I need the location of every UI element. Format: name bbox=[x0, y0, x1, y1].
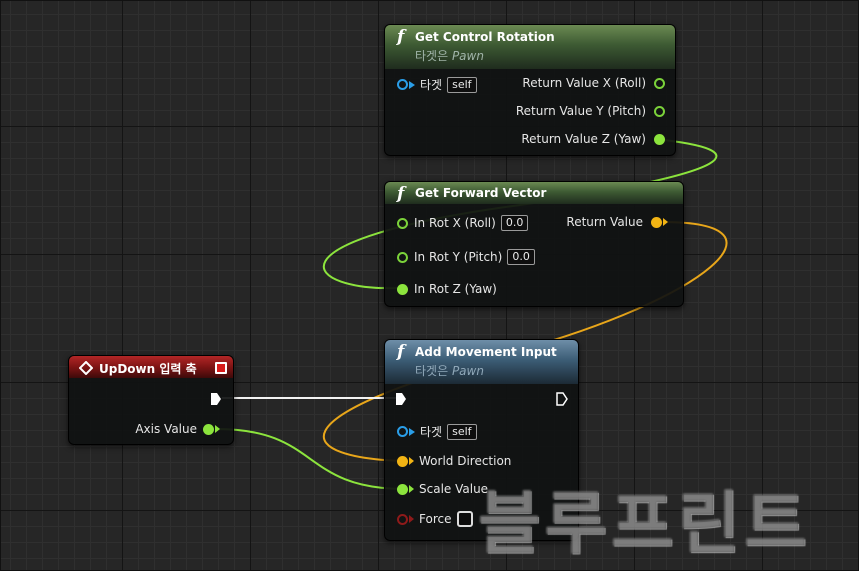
float-pin-icon[interactable] bbox=[397, 251, 408, 263]
function-icon: f bbox=[397, 184, 405, 204]
float-pin-icon[interactable] bbox=[397, 483, 408, 495]
pin-arrow-icon bbox=[663, 218, 668, 226]
pin-label: Return Value X (Roll) bbox=[522, 76, 646, 90]
node-header: f Add Movement Input 타겟은 Pawn bbox=[385, 340, 578, 384]
pin-return-x[interactable]: Return Value X (Roll) bbox=[522, 76, 665, 90]
pin-arrow-icon bbox=[409, 515, 414, 523]
pin-label: World Direction bbox=[419, 454, 512, 468]
object-pin-icon[interactable] bbox=[397, 426, 408, 437]
pin-return-z[interactable]: Return Value Z (Yaw) bbox=[521, 132, 665, 146]
exec-in-pin-icon[interactable] bbox=[395, 392, 407, 406]
node-subtitle: 타겟은 Pawn bbox=[415, 364, 484, 378]
pin-label: Return Value Y (Pitch) bbox=[515, 104, 646, 118]
node-title: Add Movement Input bbox=[415, 345, 557, 359]
value-box[interactable]: 0.0 bbox=[507, 249, 535, 265]
target-value-box[interactable]: self bbox=[447, 423, 477, 440]
float-pin-icon[interactable] bbox=[397, 283, 408, 295]
node-get-control-rotation[interactable]: f Get Control Rotation 타겟은 Pawn 타겟 self … bbox=[384, 24, 676, 156]
pin-force[interactable]: Force bbox=[397, 511, 474, 527]
vector-pin-icon[interactable] bbox=[397, 455, 408, 467]
exec-pin-icon[interactable] bbox=[210, 392, 222, 406]
pin-label: Return Value bbox=[566, 215, 643, 229]
node-header: f Get Control Rotation 타겟은 Pawn bbox=[385, 25, 675, 69]
pin-arrow-icon bbox=[409, 427, 415, 436]
pin-in-rot-z[interactable]: In Rot Z (Yaw) bbox=[397, 282, 497, 296]
node-title: Get Forward Vector bbox=[415, 186, 547, 200]
pin-label: Return Value Z (Yaw) bbox=[521, 132, 646, 146]
pin-axis-value[interactable]: Axis Value bbox=[135, 422, 221, 436]
float-pin-icon[interactable] bbox=[203, 423, 214, 435]
node-updown-axis-event[interactable]: UpDown 입력 축 Axis Value bbox=[68, 355, 234, 445]
pin-label: 타겟 bbox=[420, 78, 443, 92]
vector-pin-icon[interactable] bbox=[651, 216, 662, 228]
node-title: Get Control Rotation bbox=[415, 30, 555, 44]
target-value-box[interactable]: self bbox=[447, 76, 477, 93]
node-title: UpDown 입력 축 bbox=[99, 362, 197, 376]
pin-return-y[interactable]: Return Value Y (Pitch) bbox=[516, 104, 665, 118]
pin-scale-value[interactable]: Scale Value bbox=[397, 482, 488, 496]
bool-pin-icon[interactable] bbox=[397, 513, 408, 525]
node-add-movement-input[interactable]: f Add Movement Input 타겟은 Pawn 타겟 self Wo… bbox=[384, 339, 579, 541]
pin-return-value[interactable]: Return Value bbox=[566, 215, 669, 229]
object-pin-icon[interactable] bbox=[397, 79, 408, 90]
pin-label: Scale Value bbox=[419, 482, 489, 496]
pin-arrow-icon bbox=[409, 457, 414, 465]
node-header: UpDown 입력 축 bbox=[69, 356, 233, 378]
pin-in-rot-x[interactable]: In Rot X (Roll) 0.0 bbox=[397, 215, 529, 231]
pin-world-direction[interactable]: World Direction bbox=[397, 454, 511, 468]
pin-label: Force bbox=[419, 512, 452, 526]
node-subtitle: 타겟은 Pawn bbox=[415, 49, 484, 63]
float-pin-icon[interactable] bbox=[397, 217, 408, 229]
diamond-event-icon bbox=[79, 361, 93, 375]
pin-arrow-icon bbox=[215, 425, 220, 433]
delegate-pin-icon[interactable] bbox=[215, 362, 227, 374]
float-pin-icon[interactable] bbox=[654, 77, 665, 89]
function-icon: f bbox=[397, 342, 405, 362]
node-header: f Get Forward Vector bbox=[385, 182, 683, 204]
pin-in-rot-y[interactable]: In Rot Y (Pitch) 0.0 bbox=[397, 249, 535, 265]
pin-label: In Rot Y (Pitch) bbox=[414, 250, 503, 264]
pin-arrow-icon bbox=[409, 80, 415, 89]
pin-target[interactable]: 타겟 self bbox=[397, 76, 477, 93]
float-pin-icon[interactable] bbox=[654, 105, 665, 117]
pin-label: In Rot Z (Yaw) bbox=[414, 282, 497, 296]
value-box[interactable]: 0.0 bbox=[500, 215, 529, 231]
exec-out-pin-icon[interactable] bbox=[556, 392, 568, 406]
float-pin-icon[interactable] bbox=[654, 133, 665, 145]
pin-label: Axis Value bbox=[135, 422, 197, 436]
pin-target[interactable]: 타겟 self bbox=[397, 423, 477, 440]
function-icon: f bbox=[397, 27, 405, 47]
force-checkbox[interactable] bbox=[457, 511, 474, 527]
pin-label: In Rot X (Roll) bbox=[414, 216, 496, 230]
pin-label: 타겟 bbox=[420, 425, 443, 439]
node-get-forward-vector[interactable]: f Get Forward Vector In Rot X (Roll) 0.0… bbox=[384, 181, 684, 307]
pin-arrow-icon bbox=[409, 485, 414, 493]
